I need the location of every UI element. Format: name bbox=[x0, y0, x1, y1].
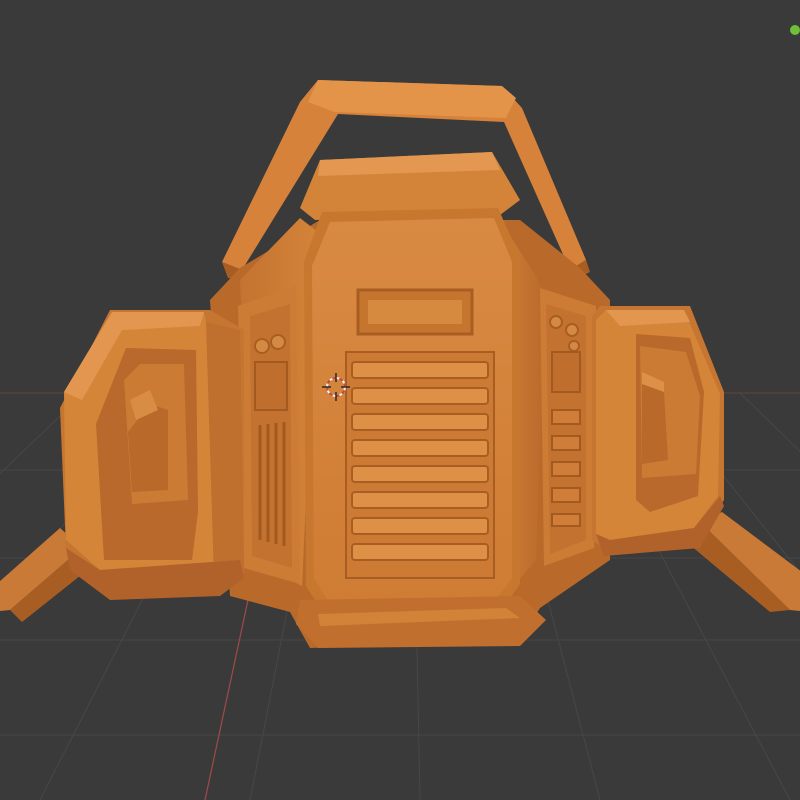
right-pod[interactable] bbox=[592, 306, 724, 556]
gizmo-indicator-icon[interactable] bbox=[790, 25, 800, 35]
left-pod[interactable] bbox=[60, 310, 244, 600]
viewport-canvas[interactable] bbox=[0, 0, 800, 800]
3d-viewport[interactable] bbox=[0, 0, 800, 800]
vent-grille bbox=[345, 351, 495, 579]
front-panel[interactable] bbox=[304, 208, 520, 614]
right-side-panel[interactable] bbox=[540, 288, 596, 566]
left-side-panel[interactable] bbox=[238, 286, 300, 584]
